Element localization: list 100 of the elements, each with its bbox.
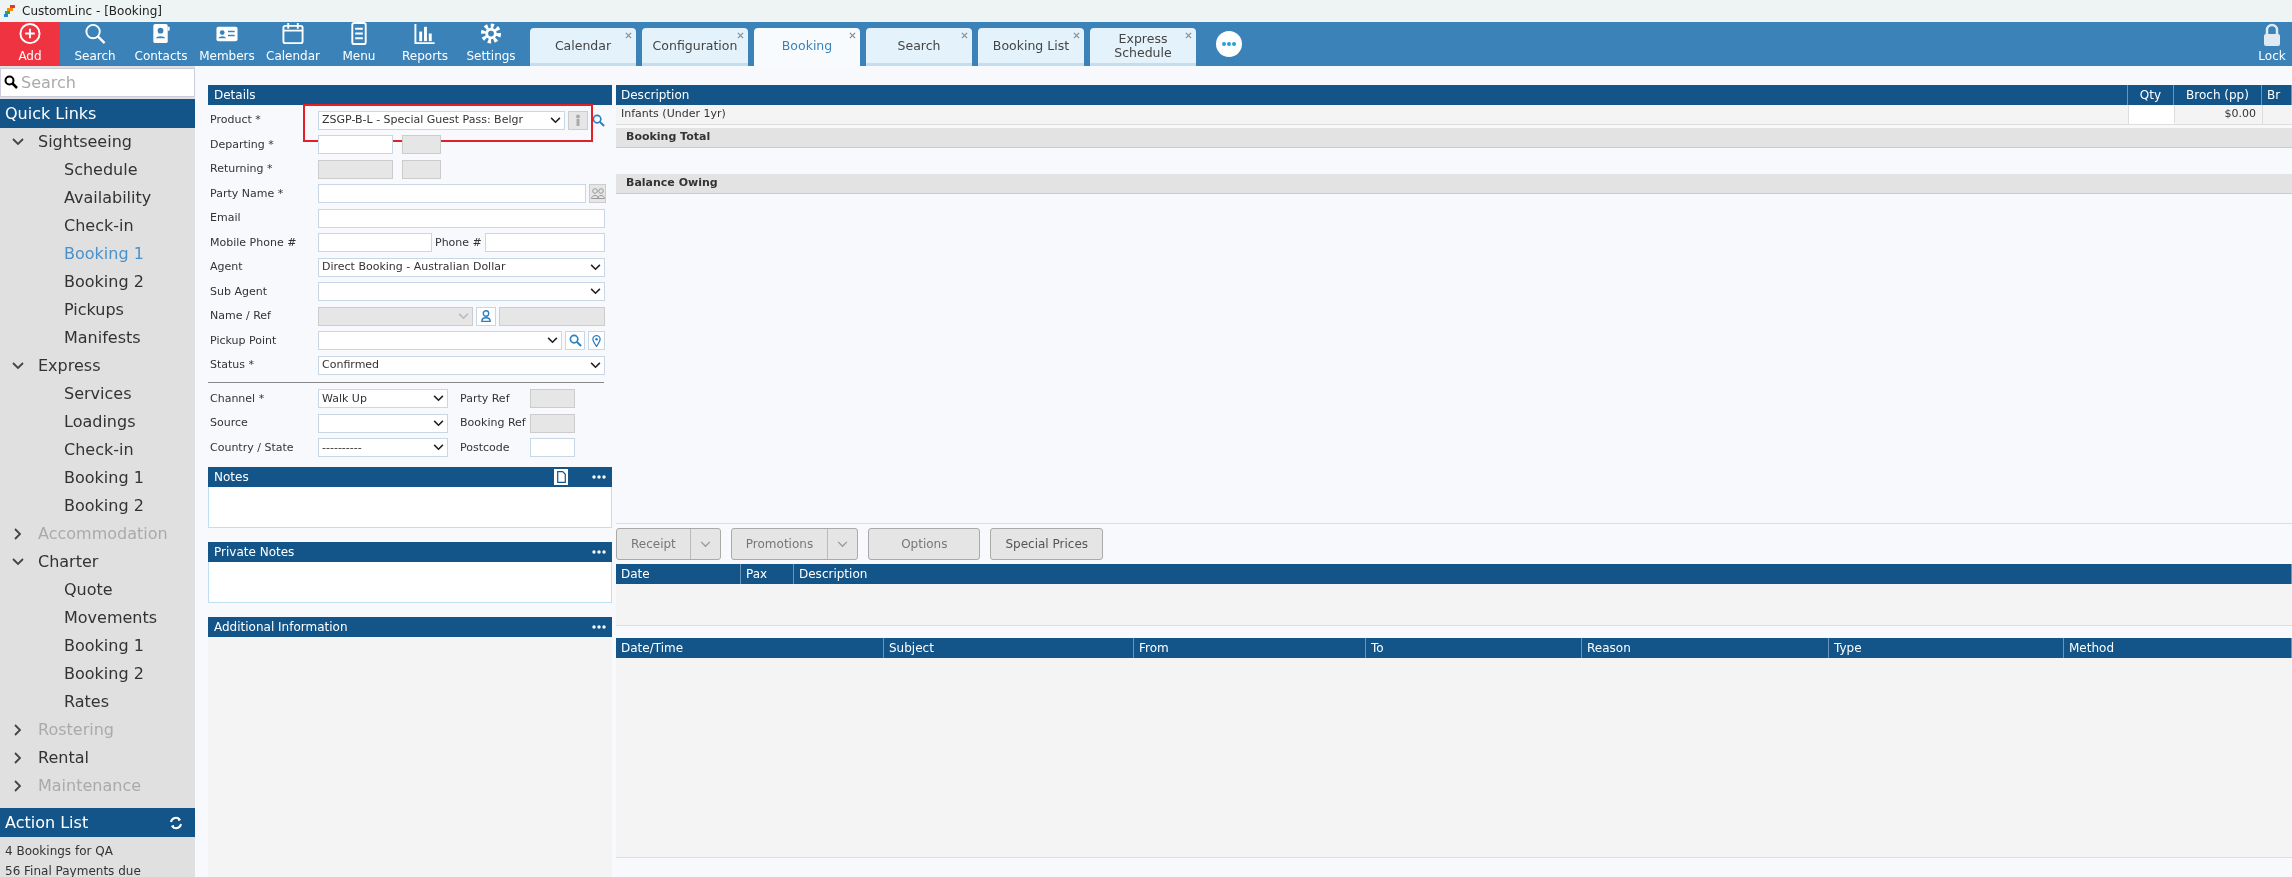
action-button[interactable]: Special Prices — [990, 528, 1104, 560]
contact-button[interactable] — [476, 306, 496, 326]
input-field[interactable] — [530, 438, 575, 458]
sidebar-item[interactable]: Schedule — [0, 156, 195, 184]
chevron-down-icon — [12, 138, 24, 146]
person-info-icon — [574, 114, 582, 127]
dropdown[interactable]: Walk Up — [318, 389, 448, 409]
qty-field[interactable] — [2128, 105, 2174, 124]
sidebar-item[interactable]: Booking 2 — [0, 660, 195, 688]
field-label: Sub Agent — [209, 283, 268, 300]
tab[interactable]: Booking List — [978, 28, 1084, 66]
chevron-right-icon — [14, 752, 22, 764]
date-field[interactable] — [318, 135, 393, 155]
toolbar-button[interactable]: Contacts — [128, 22, 194, 66]
sidebar-item[interactable]: Loadings — [0, 408, 195, 436]
sidebar-group[interactable]: Express — [0, 352, 195, 380]
field-label: Party Name * — [209, 185, 285, 202]
sidebar-item[interactable]: Availability — [0, 184, 195, 212]
input-field[interactable] — [318, 233, 432, 253]
field-label: Country / State — [209, 439, 295, 456]
time-field[interactable] — [402, 135, 441, 155]
field-label: Phone # — [434, 234, 483, 251]
tab[interactable]: Configuration — [642, 28, 748, 66]
chevron-down-icon — [12, 362, 24, 370]
sidebar-item[interactable]: Booking 2 — [0, 492, 195, 520]
action-list-item[interactable]: 4 Bookings for QA — [0, 841, 195, 861]
action-list-item[interactable]: 56 Final Payments due — [0, 861, 195, 877]
toolbar-button[interactable]: Calendar — [260, 22, 326, 66]
dropdown[interactable] — [318, 413, 448, 433]
dropdown[interactable]: Confirmed — [318, 355, 605, 375]
more-icon[interactable] — [592, 475, 606, 479]
more-icon[interactable] — [592, 550, 606, 554]
input-field[interactable] — [485, 233, 605, 253]
sidebar-item[interactable]: Rates — [0, 688, 195, 716]
chevron-down-icon — [12, 558, 24, 566]
info-button[interactable] — [568, 110, 588, 130]
sidebar-group[interactable]: Charter — [0, 548, 195, 576]
sidebar-item[interactable]: Check-in — [0, 212, 195, 240]
field-label: Pickup Point — [209, 332, 278, 349]
sidebar-item[interactable]: Manifests — [0, 324, 195, 352]
close-icon[interactable] — [849, 30, 856, 40]
more-button[interactable] — [1216, 31, 1242, 57]
toolbar-button[interactable]: Reports — [392, 22, 458, 66]
sidebar-item[interactable]: Pickups — [0, 296, 195, 324]
caret-icon — [458, 312, 469, 320]
toolbar-button[interactable]: Menu — [326, 22, 392, 66]
group-button[interactable] — [589, 184, 606, 204]
field-label: Returning * — [209, 161, 274, 177]
add-button[interactable]: Add — [0, 22, 60, 66]
toolbar-button[interactable]: Members — [194, 22, 260, 66]
tab[interactable]: Booking — [754, 28, 860, 66]
sidebar-item[interactable]: Services — [0, 380, 195, 408]
window-title: CustomLinc - [Booking] — [22, 3, 162, 20]
field-label: Mobile Phone # — [209, 234, 298, 251]
input-field[interactable] — [530, 389, 575, 409]
location-button[interactable] — [588, 331, 605, 351]
sidebar-group[interactable]: Sightseeing — [0, 128, 195, 156]
close-icon[interactable] — [961, 30, 968, 40]
close-icon[interactable] — [1185, 30, 1192, 40]
toolbar-button[interactable]: Search — [62, 22, 128, 66]
input-field[interactable] — [499, 306, 605, 326]
text-area[interactable] — [208, 637, 612, 877]
tab[interactable]: Calendar — [530, 28, 636, 66]
document-button[interactable] — [554, 469, 568, 485]
more-icon[interactable] — [592, 625, 606, 629]
sidebar-item[interactable]: Quote — [0, 576, 195, 604]
refresh-icon[interactable] — [169, 815, 183, 830]
sidebar-item[interactable]: Booking 1 — [0, 632, 195, 660]
input-field[interactable] — [318, 208, 605, 228]
plus-icon — [18, 22, 42, 45]
dropdown[interactable]: Direct Booking - Australian Dollar — [318, 257, 605, 277]
action-list-title: Action List — [5, 811, 89, 834]
dropdown[interactable]: ZSGP-B-L - Special Guest Pass: Belgr — [318, 110, 565, 130]
dropdown[interactable]: ---------- — [318, 438, 448, 458]
toolbar-button[interactable]: Settings — [458, 22, 524, 66]
caret-icon — [590, 288, 601, 296]
sidebar-item[interactable]: Check-in — [0, 436, 195, 464]
close-icon[interactable] — [1073, 30, 1080, 40]
tab[interactable]: Express Schedule — [1090, 28, 1196, 66]
sidebar-group[interactable]: Rental — [0, 744, 195, 772]
total-label: Booking Total — [626, 129, 711, 146]
lock-button[interactable]: Lock — [2252, 22, 2292, 66]
text-area[interactable] — [208, 562, 612, 603]
bar-chart-icon — [413, 22, 437, 45]
table-cell: $0.00 — [2174, 106, 2262, 123]
field-label: Booking Ref — [459, 415, 527, 431]
search-field[interactable]: Search — [0, 68, 195, 97]
tab[interactable]: Search — [866, 28, 972, 66]
sidebar-item[interactable]: Booking 1 — [0, 464, 195, 492]
chevron-right-icon — [14, 724, 22, 736]
close-icon[interactable] — [625, 30, 632, 40]
search-button[interactable] — [565, 331, 585, 351]
sidebar-item[interactable]: Movements — [0, 604, 195, 632]
input-field[interactable] — [318, 184, 586, 204]
time-field[interactable] — [402, 159, 441, 179]
sidebar-item[interactable]: Booking 2 — [0, 268, 195, 296]
search-icon[interactable] — [592, 113, 605, 127]
input-field[interactable] — [530, 413, 575, 433]
caret-icon — [433, 395, 444, 403]
close-icon[interactable] — [737, 30, 744, 40]
